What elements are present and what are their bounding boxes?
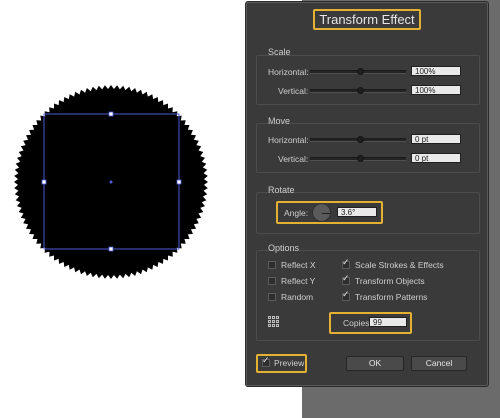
transform-objects-checkbox[interactable] xyxy=(342,274,350,285)
move-group-label: Move xyxy=(268,116,291,126)
reflect-x-checkbox[interactable] xyxy=(268,261,276,269)
ok-button[interactable]: OK xyxy=(346,356,404,371)
move-vertical-slider-thumb[interactable] xyxy=(357,155,364,162)
reference-point-icon[interactable] xyxy=(268,316,279,327)
scale-horizontal-slider-thumb[interactable] xyxy=(357,68,364,75)
scale-vertical-slider-thumb[interactable] xyxy=(357,87,364,94)
rotate-dial-icon[interactable] xyxy=(312,203,331,222)
scale-vertical-label: Vertical: xyxy=(278,86,309,96)
random-label: Random xyxy=(281,292,314,302)
move-vertical-label: Vertical: xyxy=(278,154,309,164)
reflect-y-checkbox[interactable] xyxy=(268,277,276,285)
cancel-button[interactable]: Cancel xyxy=(411,356,467,371)
scale-horizontal-input[interactable]: 100% xyxy=(411,66,461,76)
rotate-group-label: Rotate xyxy=(268,185,295,195)
scale-vertical-input[interactable]: 100% xyxy=(411,85,461,95)
move-vertical-input[interactable]: 0 pt xyxy=(411,153,461,163)
scale-strokes-label: Scale Strokes & Effects xyxy=(355,260,444,270)
preview-label: Preview xyxy=(274,358,305,368)
dialog-title-text: Transform Effect xyxy=(313,9,421,30)
move-horizontal-label: Horizontal: xyxy=(268,135,309,145)
scale-horizontal-label: Horizontal: xyxy=(268,67,309,77)
copies-input[interactable]: 99 xyxy=(369,317,407,327)
scale-strokes-checkbox[interactable] xyxy=(342,258,350,269)
dialog-title: Transform Effect xyxy=(247,9,487,30)
scale-group-label: Scale xyxy=(268,47,291,57)
move-horizontal-input[interactable]: 0 pt xyxy=(411,134,461,144)
reflect-x-label: Reflect X xyxy=(281,260,316,270)
bbox-handle-left[interactable] xyxy=(41,179,47,185)
bbox-handle-bottom[interactable] xyxy=(108,246,114,252)
scale-group xyxy=(256,55,480,105)
preview-checkbox[interactable] xyxy=(262,356,270,367)
transform-patterns-label: Transform Patterns xyxy=(355,292,428,302)
angle-label: Angle: xyxy=(284,208,309,218)
move-horizontal-slider-thumb[interactable] xyxy=(357,136,364,143)
bbox-center-point xyxy=(109,180,113,184)
transform-patterns-checkbox[interactable] xyxy=(342,290,350,301)
bbox-handle-right[interactable] xyxy=(176,179,182,185)
random-checkbox[interactable] xyxy=(268,293,276,301)
copies-label: Copies xyxy=(343,318,370,328)
transform-objects-label: Transform Objects xyxy=(355,276,425,286)
reflect-y-label: Reflect Y xyxy=(281,276,316,286)
options-group-label: Options xyxy=(268,243,300,253)
bbox-handle-top[interactable] xyxy=(108,111,114,117)
angle-input[interactable]: 3.6° xyxy=(337,207,377,217)
move-group xyxy=(256,123,480,173)
